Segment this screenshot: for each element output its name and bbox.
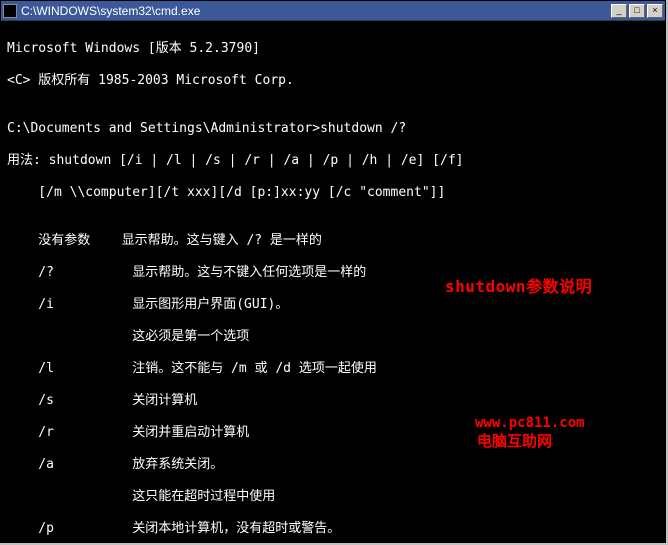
console-text: /p 关闭本地计算机，没有超时或警告。: [7, 521, 659, 537]
console-prompt: C:\Documents and Settings\Administrator>…: [7, 121, 659, 137]
cmd-icon: [3, 4, 17, 18]
annotation-shutdown: shutdown参数说明: [445, 279, 592, 295]
console-text: 用法: shutdown [/i | /l | /s | /r | /a | /…: [7, 153, 659, 169]
console-text: [/m \\computer][/t xxx][/d [p:]xx:yy [/c…: [7, 185, 659, 201]
console-text: 这必须是第一个选项: [7, 329, 659, 345]
console-text: 没有参数 显示帮助。这与键入 /? 是一样的: [7, 233, 659, 249]
console-text: 这只能在超时过程中使用: [7, 489, 659, 505]
console-output: Microsoft Windows [版本 5.2.3790] <C> 版权所有…: [1, 21, 665, 543]
annotation-url: www.pc811.com: [475, 415, 585, 431]
maximize-button[interactable]: □: [629, 4, 645, 18]
close-button[interactable]: ×: [647, 4, 663, 18]
console-text: /l 注销。这不能与 /m 或 /d 选项一起使用: [7, 361, 659, 377]
cmd-window: C:\WINDOWS\system32\cmd.exe _ □ × Micros…: [0, 0, 666, 543]
titlebar[interactable]: C:\WINDOWS\system32\cmd.exe _ □ ×: [1, 1, 665, 21]
console-text: <C> 版权所有 1985-2003 Microsoft Corp.: [7, 73, 659, 89]
console-text: /a 放弃系统关闭。: [7, 457, 659, 473]
minimize-button[interactable]: _: [611, 4, 627, 18]
console-text: /s 关闭计算机: [7, 393, 659, 409]
console-text: /i 显示图形用户界面(GUI)。: [7, 297, 659, 313]
console-text: Microsoft Windows [版本 5.2.3790]: [7, 41, 659, 57]
window-title: C:\WINDOWS\system32\cmd.exe: [21, 4, 611, 18]
annotation-site: 电脑互助网: [477, 433, 552, 449]
window-controls: _ □ ×: [611, 4, 663, 18]
